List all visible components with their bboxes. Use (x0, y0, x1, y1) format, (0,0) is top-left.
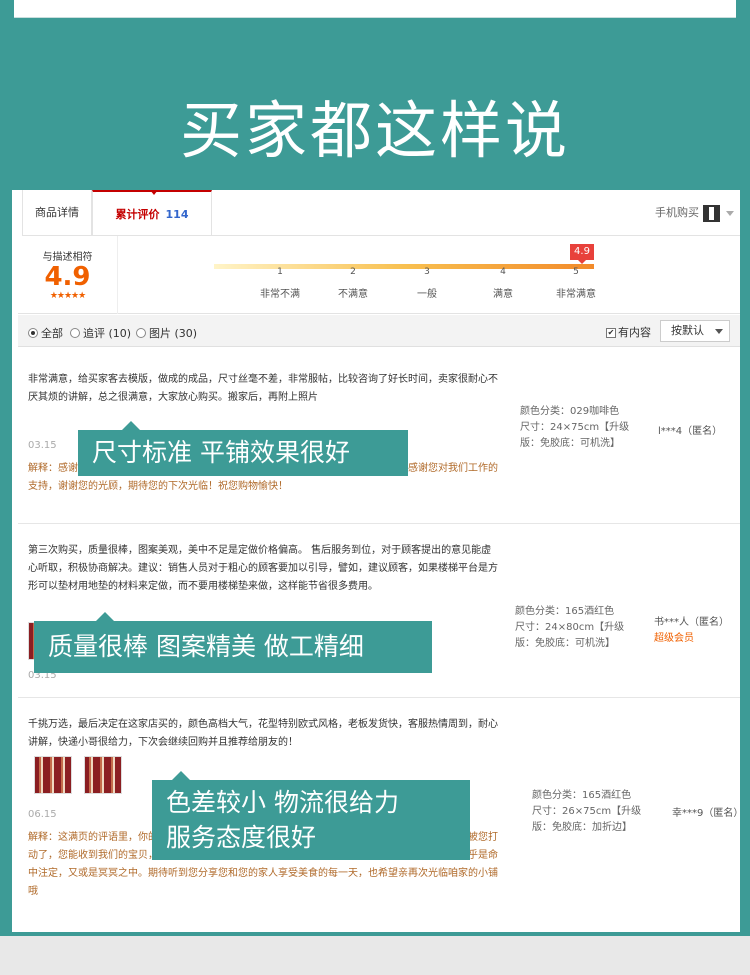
review-sku: 颜色分类：165酒红色 尺寸：26×75cm【升级 版：免胶底：加折边】 (532, 788, 641, 836)
rating-label: 与描述相符 (42, 252, 93, 263)
review-sku: 颜色分类：029咖啡色 尺寸：24×75cm【升级 版：免胶底：可机洗】 (520, 404, 629, 452)
review-sku: 颜色分类：165酒红色 尺寸：24×80cm【升级 版：免胶底：可机洗】 (515, 604, 624, 652)
chevron-down-icon (726, 210, 734, 216)
sku-version: 版：免胶底：可机洗】 (520, 438, 620, 449)
has-content-checkbox[interactable]: ✔ 有内容 (606, 324, 651, 340)
review-date: 03.15 (28, 440, 57, 451)
member-badge: 超级会员 (654, 633, 694, 644)
sku-size: 尺寸：26×75cm【升级 (532, 806, 642, 817)
filter-pictures[interactable]: 图片 (30) (136, 325, 197, 341)
callout-line: 色差较小 物流很给力 (166, 788, 399, 817)
reviewer-name: 书***人（匿名） (654, 617, 729, 628)
radio-icon (136, 328, 146, 338)
review-photo[interactable] (34, 756, 72, 794)
callout-banner: 尺寸标准 平铺效果很好 (78, 421, 408, 476)
rating-stars: ★★★★★ (49, 291, 86, 301)
tab-reviews-count: 114 (165, 208, 189, 221)
sku-color: 颜色分类：165酒红色 (532, 790, 632, 801)
callout-banner: 色差较小 物流很给力 服务态度很好 (152, 771, 470, 860)
qr-code-icon (703, 204, 720, 222)
filter-bar: 全部 追评 (10) 图片 (30) ✔ 有内容 按默认 (18, 315, 740, 347)
scale-label: 一般 (417, 289, 437, 300)
mobile-buy-link[interactable]: 手机购买 (655, 204, 734, 222)
rating-flag: 4.9 (570, 244, 594, 264)
section-headline: 买家都这样说 (179, 94, 570, 167)
filter-pictures-label: 图片 (30) (149, 327, 198, 340)
scale-label: 非常不满 (260, 289, 300, 300)
review-text: 第三次购买，质量很棒，图案美观，美中不足是定做价格偏高。 售后服务到位，对于顾客… (28, 545, 498, 592)
has-content-label: 有内容 (618, 326, 651, 339)
scale-label: 不满意 (338, 289, 368, 300)
sku-size: 尺寸：24×80cm【升级 (515, 622, 625, 633)
tab-bar: 商品详情 累计评价 114 手机购买 (22, 190, 740, 236)
sku-size: 尺寸：24×75cm【升级 (520, 422, 630, 433)
tab-reviews-label: 累计评价 (115, 208, 160, 221)
callout-line: 服务态度很好 (166, 823, 317, 852)
review-photo[interactable] (84, 756, 122, 794)
bottom-band (0, 932, 750, 975)
rating-score-block: 与描述相符 4.9 ★★★★★ (18, 236, 118, 314)
active-tab-marker (150, 190, 158, 195)
sort-select-value: 按默认 (671, 324, 704, 337)
scale-num: 4 (500, 267, 506, 277)
sort-select[interactable]: 按默认 (660, 320, 730, 342)
previous-section-card (14, 0, 736, 18)
review-date: 06.15 (28, 809, 57, 820)
chevron-down-icon (715, 329, 723, 334)
mobile-buy-label: 手机购买 (655, 206, 699, 219)
scale-num: 2 (350, 267, 356, 277)
scale-num: 5 (573, 267, 579, 277)
tab-reviews[interactable]: 累计评价 114 (92, 190, 212, 236)
scale-label: 非常满意 (556, 289, 596, 300)
filter-all[interactable]: 全部 (28, 325, 63, 341)
callout-banner: 质量很棒 图案精美 做工精细 (34, 612, 432, 673)
reviewer-name: l***4（匿名） (658, 426, 723, 437)
review-text: 千挑万选，最后决定在这家店买的，颜色高档大气，花型特别欧式风格，老板发货快，客服… (28, 719, 498, 748)
sku-version: 版：免胶底：加折边】 (532, 822, 632, 833)
sku-color: 颜色分类：029咖啡色 (520, 406, 620, 417)
sku-version: 版：免胶底：可机洗】 (515, 638, 615, 649)
sku-color: 颜色分类：165酒红色 (515, 606, 615, 617)
rating-summary: 与描述相符 4.9 ★★★★★ 4.9 1 2 3 4 5 非常不满 不满意 一… (18, 236, 740, 314)
tab-details[interactable]: 商品详情 (22, 190, 92, 236)
review-text: 非常满意，给买家客去模版，做成的成品，尺寸丝毫不差，非常服帖，比较咨询了好长时间… (28, 374, 498, 403)
reviewer-name: 幸***9（匿名） (672, 808, 744, 819)
filter-all-label: 全部 (41, 327, 63, 340)
filter-followup-label: 追评 (10) (83, 327, 132, 340)
radio-checked-icon (28, 328, 38, 338)
scale-label: 满意 (493, 289, 513, 300)
rating-score: 4.9 (44, 262, 91, 292)
scale-num: 3 (424, 267, 430, 277)
checkbox-checked-icon: ✔ (606, 328, 616, 338)
filter-followup[interactable]: 追评 (10) (70, 325, 131, 341)
scale-num: 1 (277, 267, 283, 277)
radio-icon (70, 328, 80, 338)
